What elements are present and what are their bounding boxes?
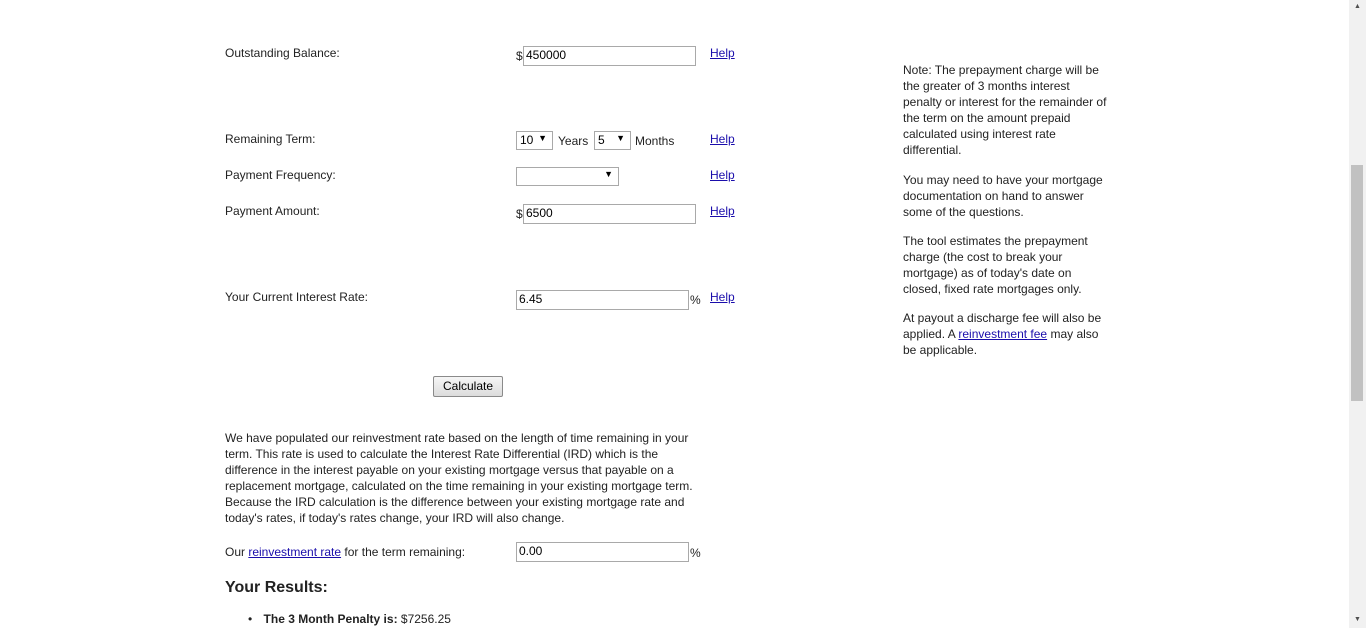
vertical-scrollbar[interactable]: ▲ ▼ bbox=[1349, 0, 1366, 628]
sidebar-note-estimate: The tool estimates the prepayment charge… bbox=[903, 234, 1088, 296]
outstanding-balance-label: Outstanding Balance: bbox=[225, 46, 340, 60]
currency-symbol: $ bbox=[516, 49, 523, 63]
reinvestment-rate-link[interactable]: reinvestment rate bbox=[248, 545, 341, 559]
scrollbar-thumb[interactable] bbox=[1351, 165, 1363, 401]
reinvestment-suffix: for the term remaining: bbox=[341, 545, 466, 559]
remaining-term-label: Remaining Term: bbox=[225, 132, 316, 146]
years-selected-value: 10 bbox=[520, 133, 534, 147]
remaining-term-help-link[interactable]: Help bbox=[710, 132, 735, 146]
remaining-term-months-select[interactable]: 5 ▼ bbox=[594, 131, 631, 150]
sidebar-note-documentation: You may need to have your mortgage docum… bbox=[903, 173, 1103, 219]
months-label: Months bbox=[635, 134, 675, 148]
payment-frequency-help-link[interactable]: Help bbox=[710, 168, 735, 182]
result-item: • The 3 Month Penalty is: $7256.25 bbox=[248, 612, 451, 626]
dropdown-arrow-icon: ▼ bbox=[616, 133, 625, 143]
remaining-term-years-select[interactable]: 10 ▼ bbox=[516, 131, 553, 150]
result-label: The 3 Month Penalty is: bbox=[263, 612, 398, 626]
sidebar-notes: Note: The prepayment charge will be the … bbox=[903, 62, 1108, 358]
result-value: $7256.25 bbox=[397, 612, 451, 626]
payment-amount-label: Payment Amount: bbox=[225, 204, 320, 218]
scroll-down-icon[interactable]: ▼ bbox=[1354, 616, 1361, 623]
scroll-up-icon[interactable]: ▲ bbox=[1354, 3, 1361, 10]
results-heading: Your Results: bbox=[225, 579, 328, 596]
dropdown-arrow-icon: ▼ bbox=[538, 133, 547, 143]
reinvestment-rate-input[interactable]: 0.00 bbox=[516, 542, 689, 562]
payment-amount-help-link[interactable]: Help bbox=[710, 204, 735, 218]
results-section: Your Results: bbox=[225, 579, 328, 597]
reinvestment-fee-link[interactable]: reinvestment fee bbox=[958, 327, 1047, 341]
percent-symbol: % bbox=[690, 546, 701, 560]
sidebar-note-prepayment: Note: The prepayment charge will be the … bbox=[903, 63, 1107, 157]
payment-frequency-select[interactable]: ▼ bbox=[516, 167, 619, 186]
sidebar-note-discharge: At payout a discharge fee will also be a… bbox=[903, 310, 1108, 358]
percent-symbol: % bbox=[690, 293, 701, 307]
bullet: • bbox=[248, 612, 253, 626]
months-selected-value: 5 bbox=[598, 133, 605, 147]
outstanding-balance-input[interactable]: 450000 bbox=[523, 46, 696, 66]
payment-frequency-label: Payment Frequency: bbox=[225, 168, 336, 182]
outstanding-balance-help-link[interactable]: Help bbox=[710, 46, 735, 60]
dropdown-arrow-icon: ▼ bbox=[604, 169, 613, 179]
interest-rate-help-link[interactable]: Help bbox=[710, 290, 735, 304]
interest-rate-input[interactable]: 6.45 bbox=[516, 290, 689, 310]
reinvestment-rate-label: Our reinvestment rate for the term remai… bbox=[225, 545, 465, 559]
reinvestment-explanation: We have populated our reinvestment rate … bbox=[225, 431, 693, 525]
calculate-button[interactable]: Calculate bbox=[433, 376, 503, 397]
currency-symbol: $ bbox=[516, 207, 523, 221]
reinvestment-prefix: Our bbox=[225, 545, 249, 559]
payment-amount-input[interactable]: 6500 bbox=[523, 204, 696, 224]
interest-rate-label: Your Current Interest Rate: bbox=[225, 290, 368, 304]
years-label: Years bbox=[558, 134, 589, 148]
